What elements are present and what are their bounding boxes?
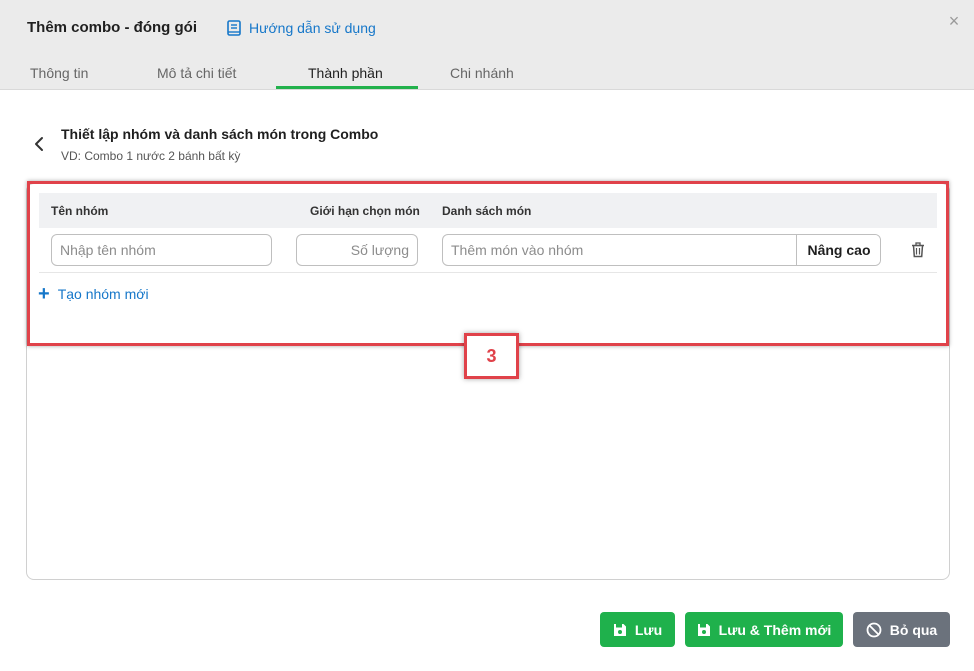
tab-thong-tin[interactable]: Thông tin [30,65,88,81]
active-tab-indicator [276,86,418,89]
header-limit: Giới hạn chọn món [310,204,420,218]
section-title: Thiết lập nhóm và danh sách món trong Co… [61,126,379,142]
save-and-new-button-label: Lưu & Thêm mới [718,621,832,638]
save-and-new-button[interactable]: Lưu & Thêm mới [685,612,843,647]
cancel-button[interactable]: Bỏ qua [853,612,950,647]
book-icon [227,20,241,36]
tab-thanh-phan[interactable]: Thành phần [308,65,383,81]
ban-icon [866,622,882,637]
tab-mo-ta-chi-tiet[interactable]: Mô tả chi tiết [157,65,236,81]
cancel-button-label: Bỏ qua [889,621,938,638]
modal-title: Thêm combo - đóng gói [27,19,197,36]
tab-chi-nhanh[interactable]: Chi nhánh [450,65,514,81]
floppy-disk-icon [697,623,710,636]
header-dish-list: Danh sách món [442,204,532,218]
advanced-button[interactable]: Nâng cao [796,235,880,265]
row-divider [39,272,937,273]
header-group-name: Tên nhóm [51,204,109,218]
annotation-callout: 3 [464,333,519,379]
floppy-disk-icon [613,623,626,636]
section-subtitle: VD: Combo 1 nước 2 bánh bất kỳ [61,149,241,163]
back-chevron-icon[interactable] [30,134,50,154]
guide-link-label: Hướng dẫn sử dụng [249,20,376,36]
dish-list-field: Nâng cao [442,234,881,266]
save-button[interactable]: Lưu [600,612,675,647]
dish-list-input[interactable] [443,235,796,265]
save-button-label: Lưu [634,621,663,638]
add-group-label: Tạo nhóm mới [57,286,149,302]
plus-icon: + [38,283,50,305]
guide-link[interactable]: Hướng dẫn sử dụng [226,20,376,36]
close-icon[interactable]: × [944,11,964,31]
add-group-button[interactable]: + Tạo nhóm mới [38,283,149,305]
limit-quantity-input[interactable] [296,234,418,266]
group-name-input[interactable] [51,234,272,266]
trash-icon[interactable] [909,241,927,259]
